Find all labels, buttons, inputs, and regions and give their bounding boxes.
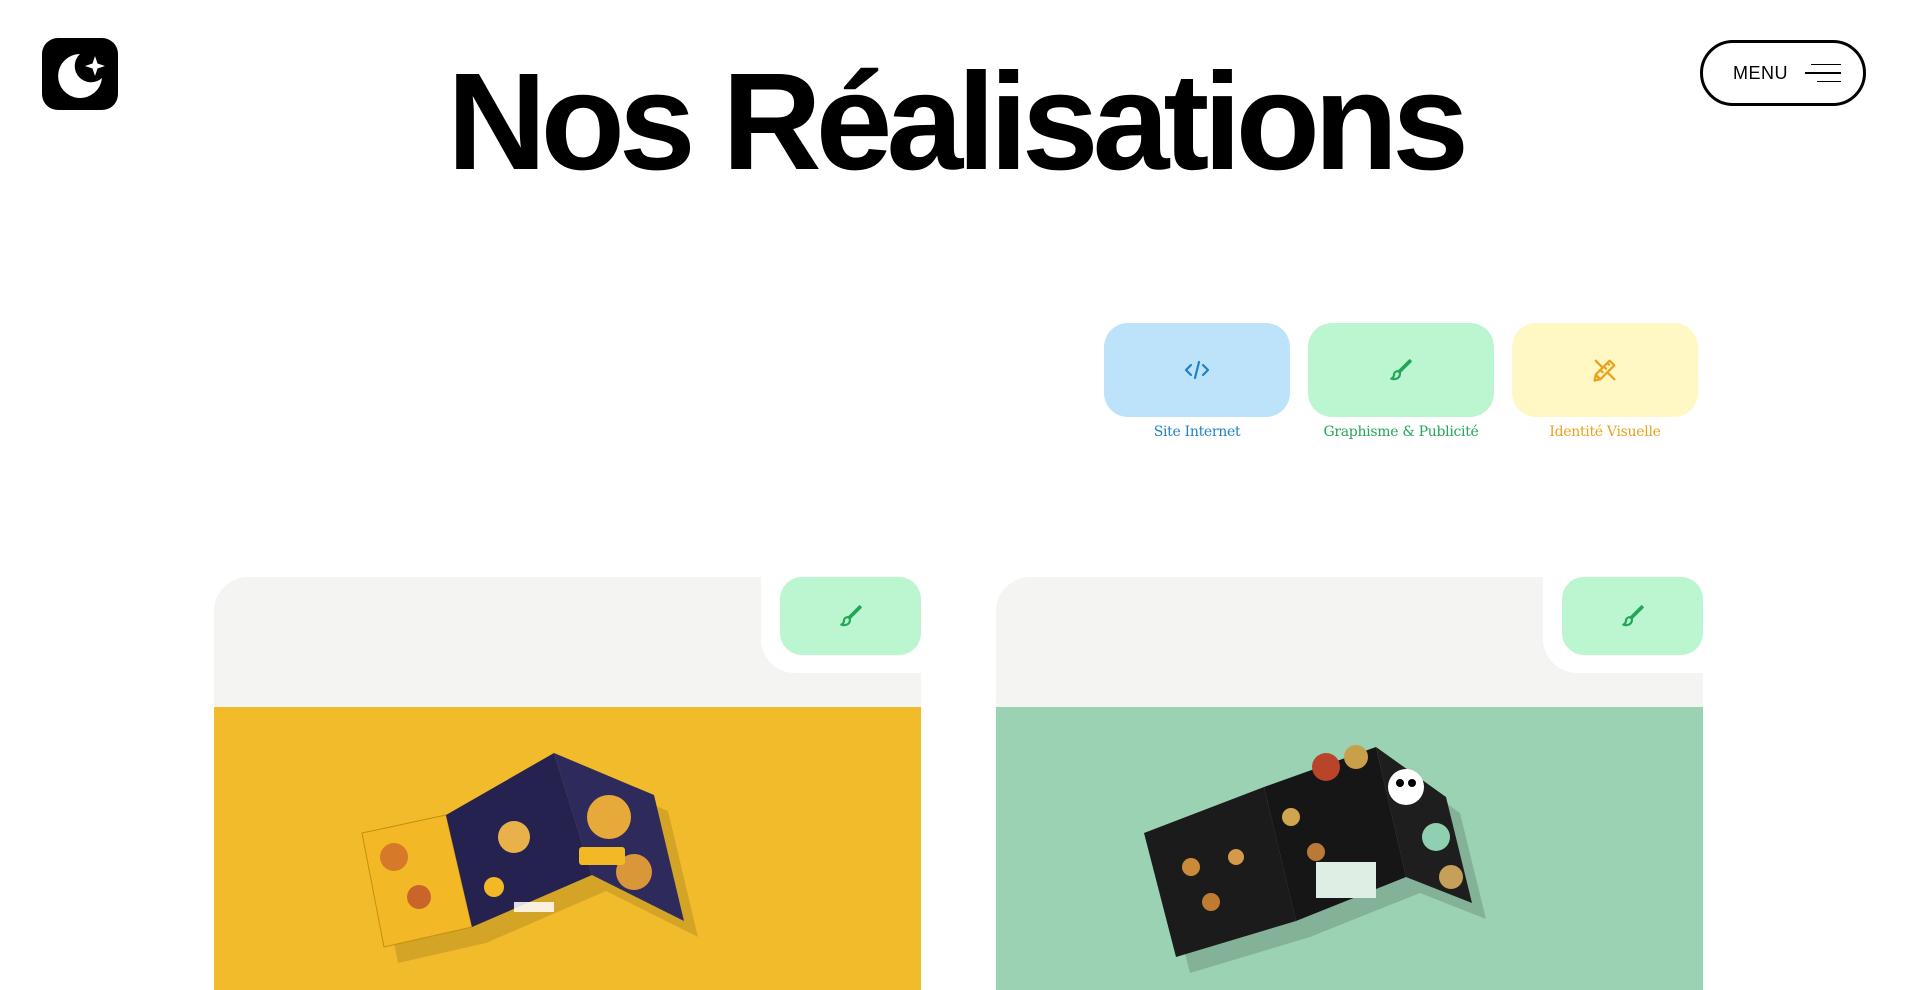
project-card[interactable] [214, 577, 921, 990]
menu-label: MENU [1733, 62, 1788, 83]
filter-label-graphisme-publicite: Graphisme & Publicité [1323, 424, 1479, 440]
asian-kitchen-menu-brochure-image [1144, 745, 1486, 973]
category-filters: Site Internet Graphisme & Publicité Iden… [1104, 323, 1698, 440]
menu-button[interactable]: MENU [1700, 40, 1866, 106]
filter-label-identite-visuelle: Identité Visuelle [1549, 424, 1661, 440]
brush-icon [1621, 605, 1644, 627]
page-title: Nos Réalisations [446, 45, 1469, 199]
project-image[interactable] [214, 707, 921, 990]
filter-identite-visuelle[interactable]: Identité Visuelle [1512, 323, 1698, 440]
filter-label-site-internet: Site Internet [1153, 424, 1241, 440]
project-image[interactable] [996, 707, 1703, 990]
project-card[interactable] [996, 577, 1703, 990]
pizza-menu-brochure-image [361, 753, 698, 963]
filter-tile-site-internet[interactable] [1104, 323, 1290, 417]
filter-site-internet[interactable]: Site Internet [1104, 323, 1290, 440]
hamburger-lines-icon [1805, 63, 1841, 83]
filter-graphisme-publicite[interactable]: Graphisme & Publicité [1308, 323, 1494, 440]
code-icon [1184, 360, 1210, 380]
filter-tile-identite-visuelle[interactable] [1512, 323, 1698, 417]
brush-icon [1390, 359, 1412, 381]
brush-icon [839, 605, 862, 627]
category-badge[interactable] [1562, 577, 1703, 655]
pencil-ruler-icon [1593, 359, 1616, 382]
category-badge[interactable] [780, 577, 921, 655]
filter-tile-graphisme-publicite[interactable] [1308, 323, 1494, 417]
